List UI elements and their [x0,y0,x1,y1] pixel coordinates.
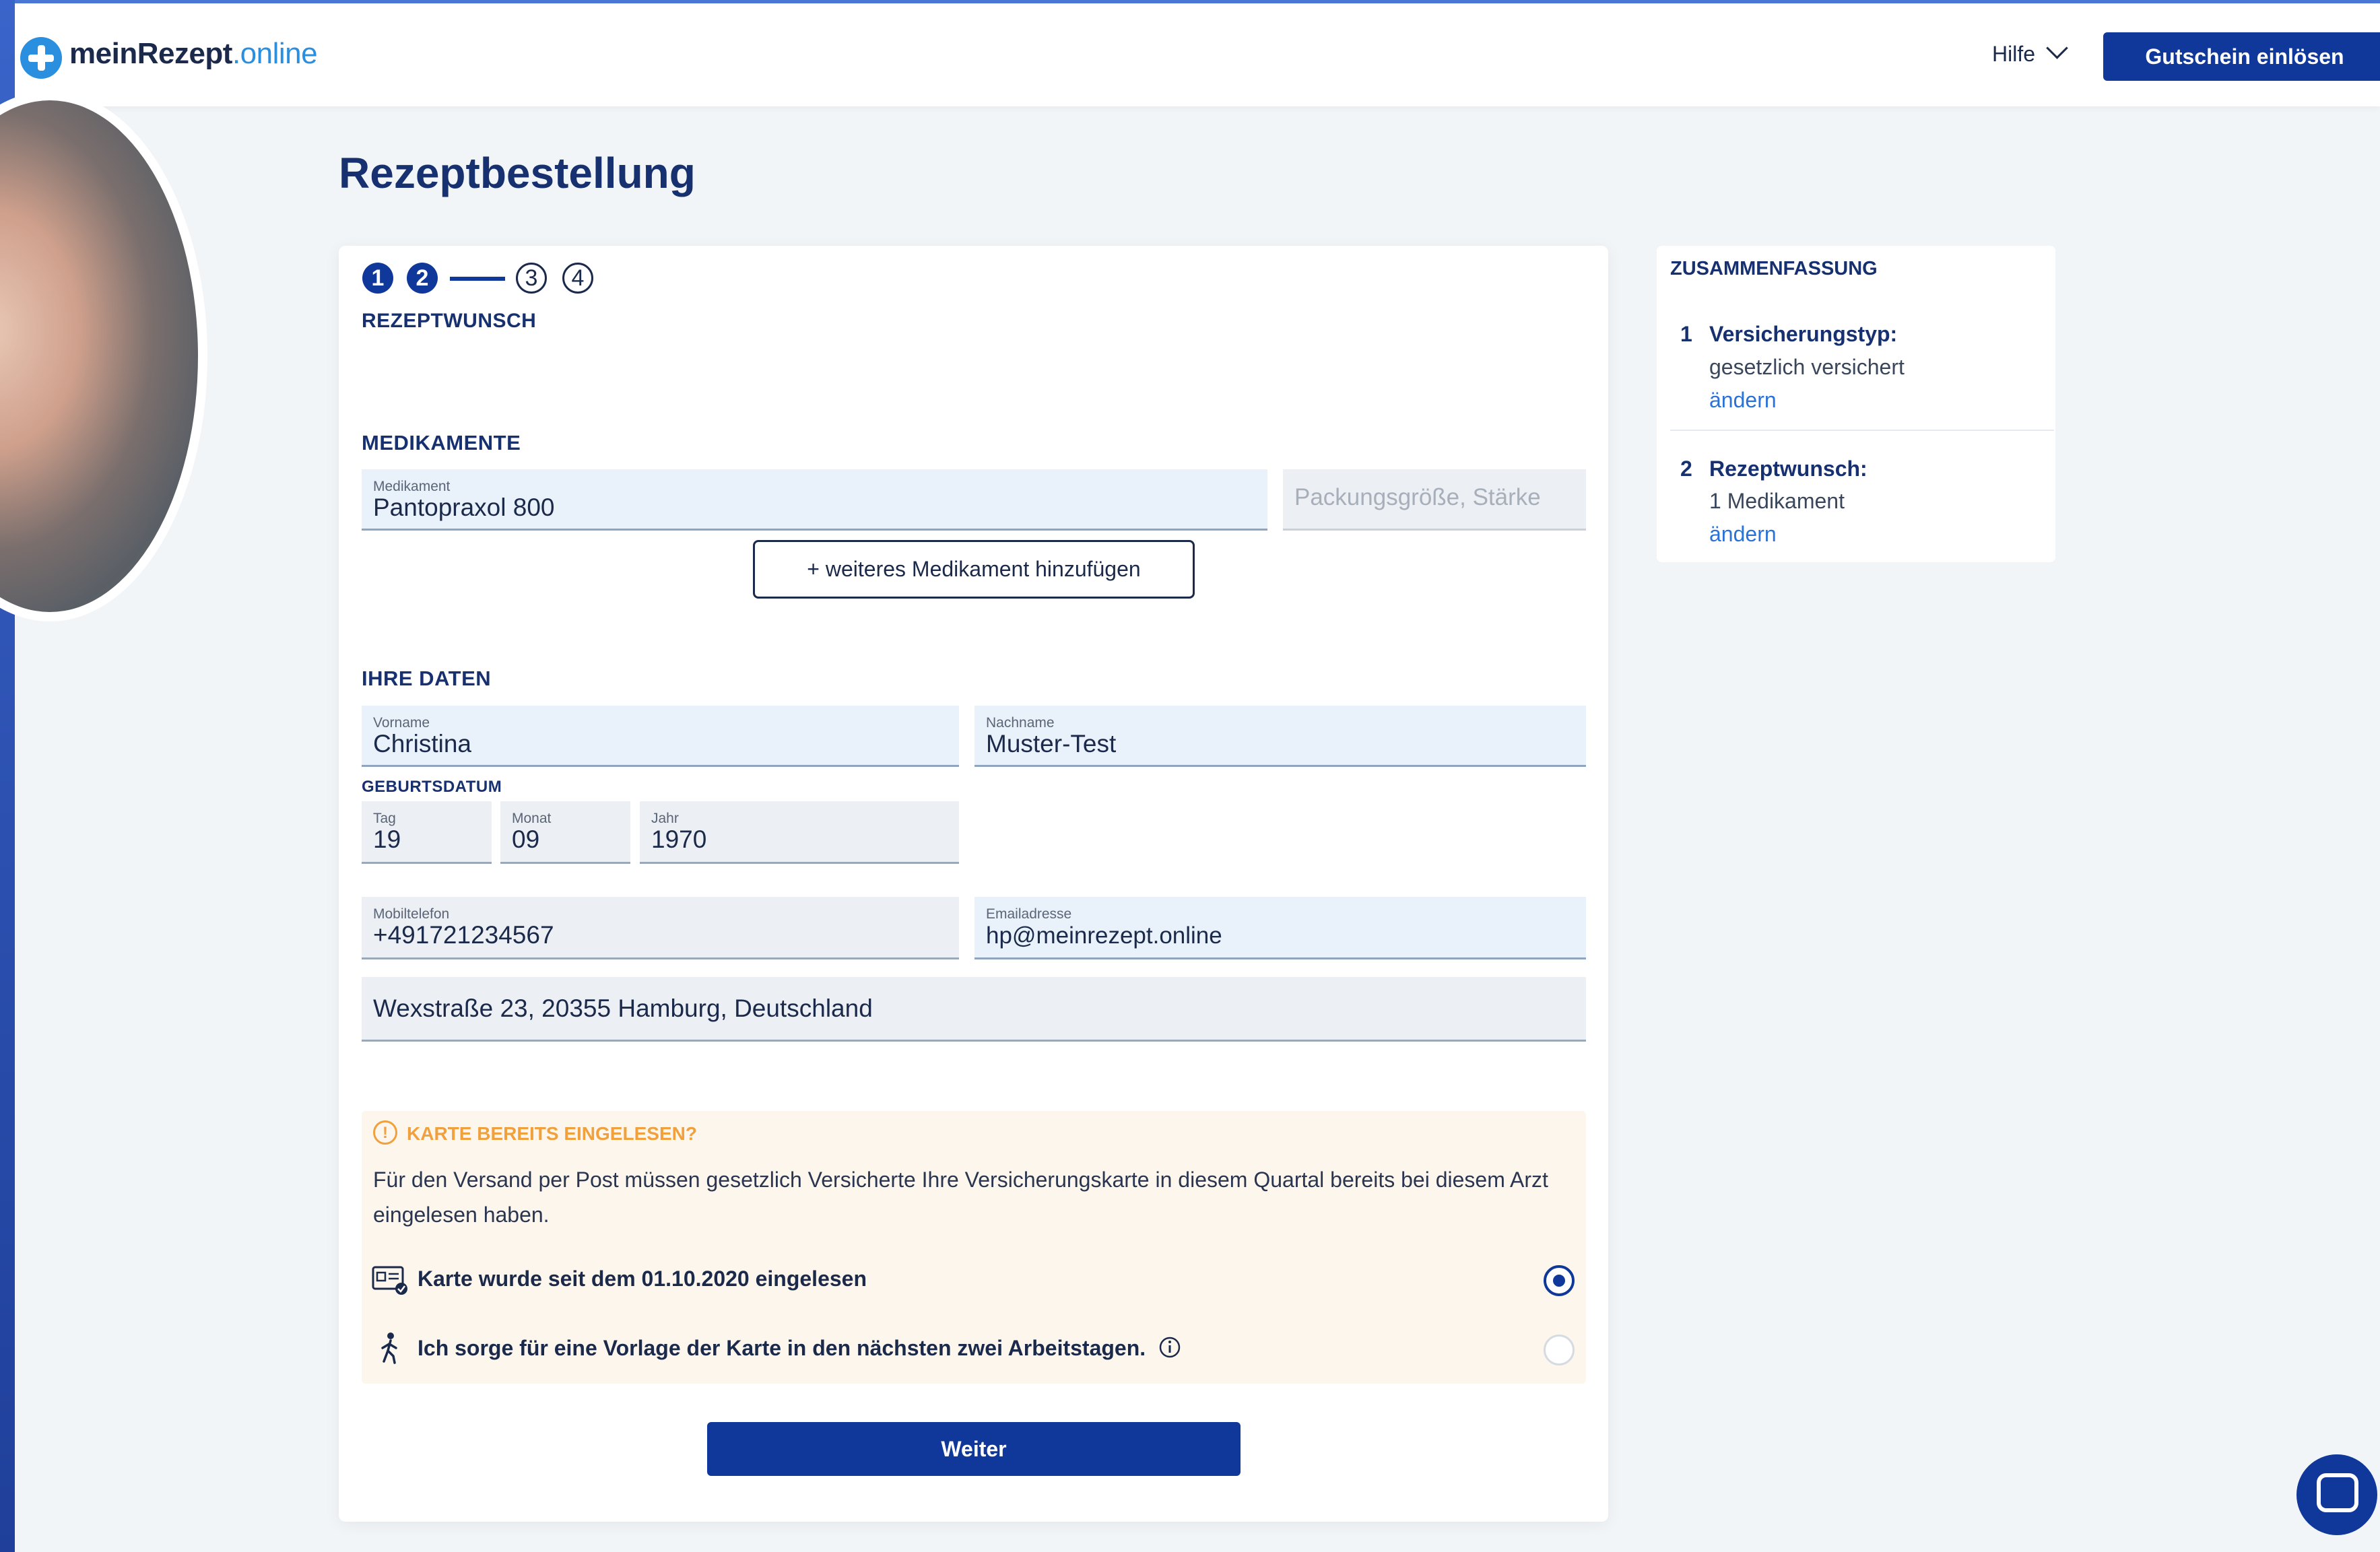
radio-selected-dot [1553,1275,1565,1287]
mobile-phone-label: Mobiltelefon [373,906,450,922]
redeem-voucher-button[interactable]: Gutschein einlösen [2103,32,2380,81]
summary-item-number: 2 [1680,457,1692,481]
package-size-placeholder: Packungsgröße, Stärke [1294,484,1541,510]
add-medication-button[interactable]: + weiteres Medikament hinzufügen [753,540,1195,599]
option-present-card-label[interactable]: Ich sorge für eine Vorlage der Karte in … [418,1336,1146,1361]
walking-person-icon [381,1332,397,1364]
step-4-indicator: 4 [562,263,593,294]
email-label: Emailadresse [986,906,1072,922]
summary-prescription-value: 1 Medikament [1709,489,1845,513]
summary-prescription-change-link[interactable]: ändern [1709,522,1777,547]
medication-value: Pantopraxol 800 [373,494,555,521]
step-2-indicator: 2 [407,263,438,294]
lastname-field[interactable]: Nachname Muster-Test [974,706,1586,767]
summary-divider [1670,430,2054,431]
logo[interactable]: meinRezept.online [69,37,318,71]
logo-tld: .online [232,37,318,70]
birth-month-value: 09 [512,825,540,853]
email-value: hp@meinrezept.online [986,922,1222,949]
firstname-label: Vorname [373,715,430,731]
birth-month-field[interactable]: Monat 09 [500,801,630,864]
package-size-field[interactable]: Packungsgröße, Stärke [1283,469,1586,531]
logo-cross-icon[interactable] [20,37,62,79]
presenter-avatar [0,91,207,621]
mobile-phone-field[interactable]: Mobiltelefon +491721234567 [362,897,959,959]
summary-insurance-value: gesetzlich versichert [1709,355,1905,379]
current-step-label: REZEPTWUNSCH [362,310,537,332]
birth-year-value: 1970 [651,825,707,853]
option-card-scanned-label[interactable]: Karte wurde seit dem 01.10.2020 eingeles… [418,1267,867,1291]
birth-year-field[interactable]: Jahr 1970 [640,801,959,864]
help-menu[interactable]: Hilfe [1992,42,2035,67]
email-field[interactable]: Emailadresse hp@meinrezept.online [974,897,1586,959]
summary-insurance-change-link[interactable]: ändern [1709,388,1777,413]
summary-insurance-heading: Versicherungstyp: [1709,322,1898,346]
birth-day-label: Tag [373,811,396,826]
chat-icon [2317,1473,2358,1512]
firstname-value: Christina [373,730,471,757]
address-value: Wexstraße 23, 20355 Hamburg, Deutschland [373,994,873,1022]
info-icon: ! [373,1120,397,1145]
birthdate-title: GEBURTSDATUM [362,778,502,796]
address-field[interactable]: Wexstraße 23, 20355 Hamburg, Deutschland [362,977,1586,1042]
mobile-phone-value: +491721234567 [373,921,554,949]
lastname-label: Nachname [986,715,1055,731]
step-progress-line [450,277,505,281]
firstname-field[interactable]: Vorname Christina [362,706,959,767]
medications-section-title: MEDIKAMENTE [362,431,521,454]
notice-text: Für den Versand per Post müssen gesetzli… [373,1168,1548,1227]
page-title: Rezeptbestellung [339,149,696,197]
medication-field[interactable]: Medikament Pantopraxol 800 [362,469,1267,531]
notice-title: KARTE BEREITS EINGELESEN? [407,1123,697,1144]
birth-day-field[interactable]: Tag 19 [362,801,492,864]
personal-data-section-title: IHRE DATEN [362,667,492,690]
option-present-card-radio[interactable] [1544,1335,1575,1365]
summary-title: ZUSAMMENFASSUNG [1670,258,1878,279]
summary-prescription-heading: Rezeptwunsch: [1709,457,1867,481]
summary-item-number: 1 [1680,322,1692,346]
birth-day-value: 19 [373,825,401,853]
card-reader-icon [372,1266,407,1295]
medication-label: Medikament [373,479,451,494]
birth-month-label: Monat [512,811,552,826]
info-icon[interactable] [1158,1336,1181,1359]
birth-year-label: Jahr [651,811,679,826]
option-card-scanned-radio[interactable] [1544,1265,1575,1296]
step-3-indicator: 3 [516,263,547,294]
step-1-indicator: 1 [362,263,393,294]
lastname-value: Muster-Test [986,730,1117,757]
logo-name: meinRezept [69,37,232,70]
continue-button[interactable]: Weiter [707,1422,1241,1476]
